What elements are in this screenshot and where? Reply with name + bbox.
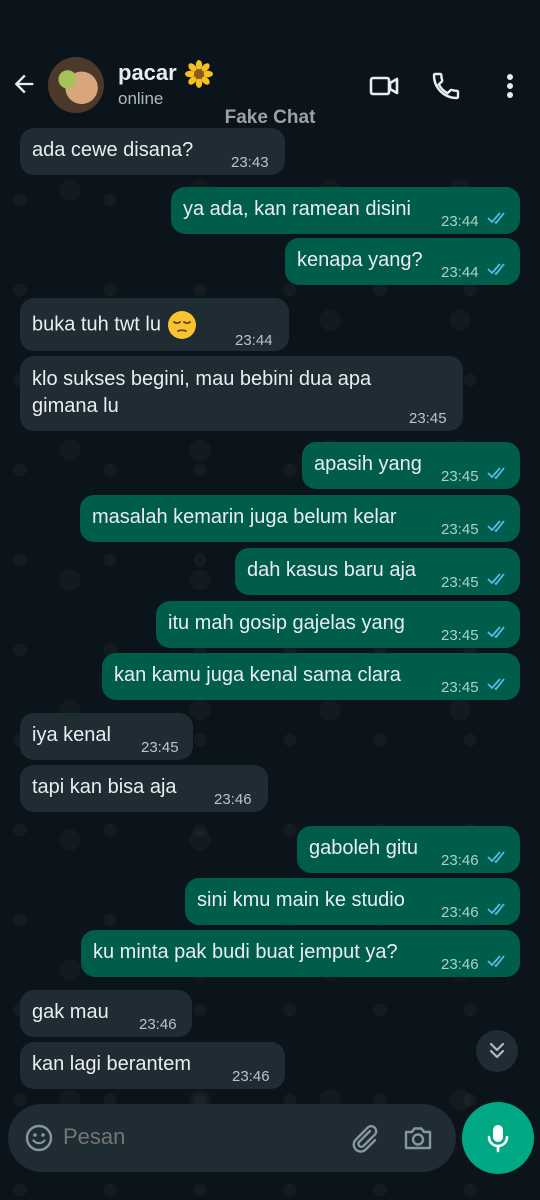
read-double-tick-icon [487, 626, 505, 639]
message-bubble-outgoing[interactable]: kan kamu juga kenal sama clara 23:45 [102, 653, 520, 700]
message-time: 23:45 [441, 468, 479, 485]
read-double-tick-icon [487, 678, 505, 691]
message-time: 23:44 [235, 332, 273, 349]
message-time: 23:45 [441, 574, 479, 591]
message-bubble-incoming[interactable]: buka tuh twt lu 23:44 [20, 298, 289, 351]
message-list: ada cewe disana? 23:43 ya ada, kan ramea… [0, 120, 540, 1100]
read-double-tick-icon [487, 467, 505, 480]
message-bubble-outgoing[interactable]: apasih yang 23:45 [302, 442, 520, 489]
back-arrow-icon[interactable] [10, 70, 38, 98]
read-double-tick-icon [487, 263, 505, 276]
message-bubble-outgoing[interactable]: ku minta pak budi buat jemput ya? 23:46 [81, 930, 520, 977]
message-bubble-incoming[interactable]: klo sukses begini, mau bebini dua apa gi… [20, 356, 463, 431]
read-double-tick-icon [487, 212, 505, 225]
message-composer[interactable] [8, 1104, 456, 1172]
message-text: gaboleh gitu [309, 837, 418, 859]
read-double-tick-icon [487, 851, 505, 864]
message-bubble-outgoing[interactable]: gaboleh gitu 23:46 [297, 826, 520, 873]
message-time: 23:46 [441, 904, 479, 921]
message-text: itu mah gosip gajelas yang [168, 612, 405, 634]
message-time: 23:44 [441, 213, 479, 230]
message-time: 23:45 [441, 679, 479, 696]
message-text: dah kasus baru aja [247, 559, 417, 581]
message-time: 23:46 [441, 956, 479, 973]
message-text: klo sukses begini, mau bebini dua apa gi… [32, 368, 372, 417]
paperclip-icon[interactable] [348, 1122, 380, 1154]
more-options-icon[interactable] [494, 70, 526, 102]
message-text: buka tuh twt lu [32, 310, 197, 340]
camera-icon[interactable] [402, 1122, 434, 1154]
message-text: kenapa yang? [297, 249, 423, 271]
message-text: apasih yang [314, 453, 422, 475]
message-time: 23:43 [231, 154, 269, 171]
message-bubble-outgoing[interactable]: ya ada, kan ramean disini 23:44 [171, 187, 520, 234]
message-text: kan lagi berantem [32, 1053, 191, 1075]
message-bubble-incoming[interactable]: kan lagi berantem 23:46 [20, 1042, 285, 1089]
contact-status: online [118, 89, 164, 108]
read-double-tick-icon [487, 520, 505, 533]
read-double-tick-icon [487, 573, 505, 586]
message-time: 23:46 [441, 852, 479, 869]
message-text: ada cewe disana? [32, 139, 194, 161]
message-bubble-incoming[interactable]: ada cewe disana? 23:43 [20, 128, 285, 175]
read-double-tick-icon [487, 955, 505, 968]
emoji-icon[interactable] [24, 1123, 54, 1153]
contact-name[interactable]: pacar [118, 60, 177, 86]
message-bubble-outgoing[interactable]: masalah kemarin juga belum kelar 23:45 [80, 495, 520, 542]
read-double-tick-icon [487, 903, 505, 916]
message-bubble-outgoing[interactable]: dah kasus baru aja 23:45 [235, 548, 520, 595]
message-bubble-incoming[interactable]: gak mau 23:46 [20, 990, 192, 1037]
message-time: 23:46 [232, 1068, 270, 1085]
message-bubble-outgoing[interactable]: kenapa yang? 23:44 [285, 238, 520, 285]
message-time: 23:46 [139, 1016, 177, 1033]
video-call-icon[interactable] [368, 70, 400, 102]
message-text: ya ada, kan ramean disini [183, 198, 411, 220]
chat-header: pacar online Fake Chat [0, 0, 540, 130]
message-text: sini kmu main ke studio [197, 889, 405, 911]
unamused-face-emoji [167, 311, 196, 339]
message-time: 23:46 [214, 791, 252, 808]
message-text: kan kamu juga kenal sama clara [114, 664, 401, 686]
message-time: 23:45 [441, 627, 479, 644]
message-bubble-outgoing[interactable]: itu mah gosip gajelas yang 23:45 [156, 601, 520, 648]
sunflower-emoji [185, 60, 213, 88]
contact-avatar[interactable] [48, 57, 104, 113]
voice-record-button[interactable] [462, 1102, 534, 1174]
message-time: 23:45 [409, 410, 447, 427]
message-text: tapi kan bisa aja [32, 776, 177, 798]
message-time: 23:45 [441, 521, 479, 538]
message-time: 23:44 [441, 264, 479, 281]
message-text: ku minta pak budi buat jemput ya? [93, 941, 398, 963]
mic-icon [487, 1125, 509, 1153]
message-text: gak mau [32, 1001, 109, 1023]
phone-icon[interactable] [430, 70, 462, 102]
message-time: 23:45 [141, 739, 179, 756]
message-text: iya kenal [32, 724, 111, 746]
message-bubble-incoming[interactable]: iya kenal 23:45 [20, 713, 193, 760]
scroll-to-bottom-button[interactable] [476, 1030, 518, 1072]
message-text-content: buka tuh twt lu [32, 313, 161, 336]
message-input[interactable] [63, 1124, 333, 1150]
double-chevron-down-icon [489, 1042, 505, 1059]
message-bubble-incoming[interactable]: tapi kan bisa aja 23:46 [20, 765, 268, 812]
message-text: masalah kemarin juga belum kelar [92, 506, 397, 528]
message-bubble-outgoing[interactable]: sini kmu main ke studio 23:46 [185, 878, 520, 925]
